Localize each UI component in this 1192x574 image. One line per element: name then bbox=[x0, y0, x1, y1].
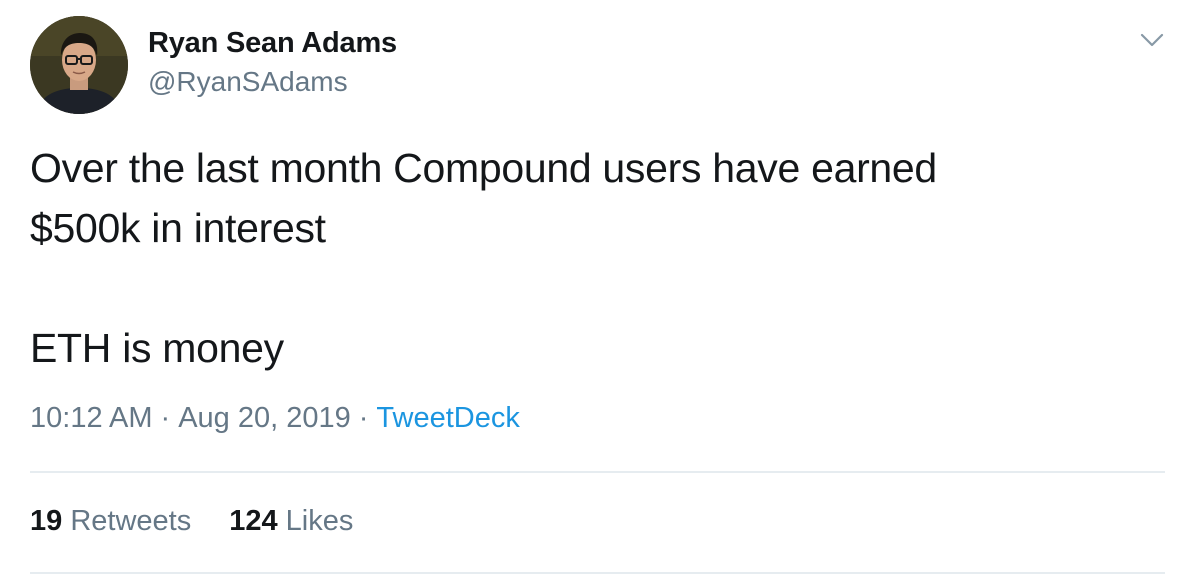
separator-dot: · bbox=[160, 402, 171, 434]
profile-photo-icon bbox=[30, 16, 128, 114]
tweet-text: Over the last month Compound users have … bbox=[30, 138, 1150, 378]
author-handle[interactable]: @RyanSAdams bbox=[148, 66, 348, 98]
divider bbox=[30, 471, 1165, 473]
avatar[interactable] bbox=[30, 16, 128, 114]
paragraph-break bbox=[30, 258, 1150, 318]
tweet-time[interactable]: 10:12 AM bbox=[30, 402, 153, 434]
likes-stat[interactable]: 124 Likes bbox=[229, 505, 353, 538]
retweets-label: Retweets bbox=[70, 505, 192, 537]
likes-label: Likes bbox=[285, 505, 354, 537]
tweet-meta: 10:12 AM · Aug 20, 2019 · TweetDeck bbox=[30, 402, 520, 435]
tweet-text-line: Over the last month Compound users have … bbox=[30, 145, 937, 191]
author-display-name[interactable]: Ryan Sean Adams bbox=[148, 27, 397, 60]
tweet-source-link[interactable]: TweetDeck bbox=[376, 402, 519, 434]
likes-count: 124 bbox=[229, 505, 278, 537]
separator-dot: · bbox=[358, 402, 369, 434]
tweet-date[interactable]: Aug 20, 2019 bbox=[178, 402, 351, 434]
retweets-count: 19 bbox=[30, 505, 63, 537]
tweet-text-line: ETH is money bbox=[30, 325, 284, 371]
retweets-stat[interactable]: 19 Retweets bbox=[30, 505, 191, 538]
tweet-stats: 19 Retweets 124 Likes bbox=[30, 505, 391, 538]
chevron-down-icon bbox=[1140, 33, 1164, 47]
tweet-card: Ryan Sean Adams @RyanSAdams Over the las… bbox=[0, 0, 1192, 574]
tweet-menu-button[interactable] bbox=[1138, 30, 1166, 50]
tweet-text-line: $500k in interest bbox=[30, 205, 326, 251]
